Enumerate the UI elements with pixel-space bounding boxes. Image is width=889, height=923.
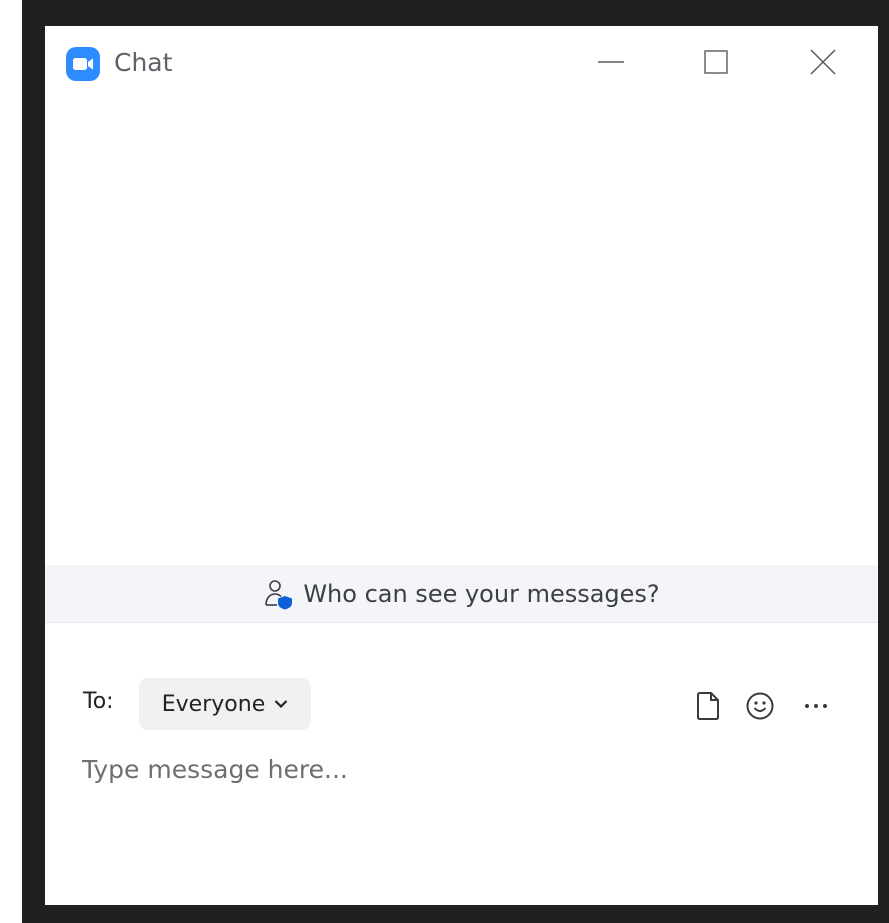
maximize-icon xyxy=(704,50,728,74)
window-title: Chat xyxy=(114,48,173,77)
compose-area: To: Everyone xyxy=(45,623,878,905)
recipient-dropdown[interactable]: Everyone xyxy=(139,678,311,730)
emoji-button[interactable] xyxy=(745,689,775,723)
chat-window: Chat Who can see your messages? To: Ever… xyxy=(45,26,878,905)
message-input[interactable] xyxy=(82,749,842,789)
to-label: To: xyxy=(83,689,114,714)
message-list[interactable] xyxy=(45,98,878,565)
maximize-button[interactable] xyxy=(686,40,746,84)
title-bar[interactable]: Chat xyxy=(45,26,878,98)
zoom-camera-icon xyxy=(66,47,100,81)
visibility-notice-label: Who can see your messages? xyxy=(303,579,660,608)
file-icon xyxy=(697,692,719,720)
file-button[interactable] xyxy=(693,689,723,723)
close-icon xyxy=(810,49,836,75)
minimize-icon xyxy=(598,61,624,63)
chevron-down-icon xyxy=(274,700,288,709)
minimize-button[interactable] xyxy=(581,40,641,84)
person-shield-icon xyxy=(265,579,293,609)
more-button[interactable] xyxy=(801,689,831,723)
visibility-notice-button[interactable]: Who can see your messages? xyxy=(45,565,878,623)
recipient-value: Everyone xyxy=(161,691,266,717)
more-icon xyxy=(805,704,827,708)
close-button[interactable] xyxy=(793,40,853,84)
emoji-icon xyxy=(746,692,774,720)
screen: Chat Who can see your messages? To: Ever… xyxy=(0,0,889,923)
